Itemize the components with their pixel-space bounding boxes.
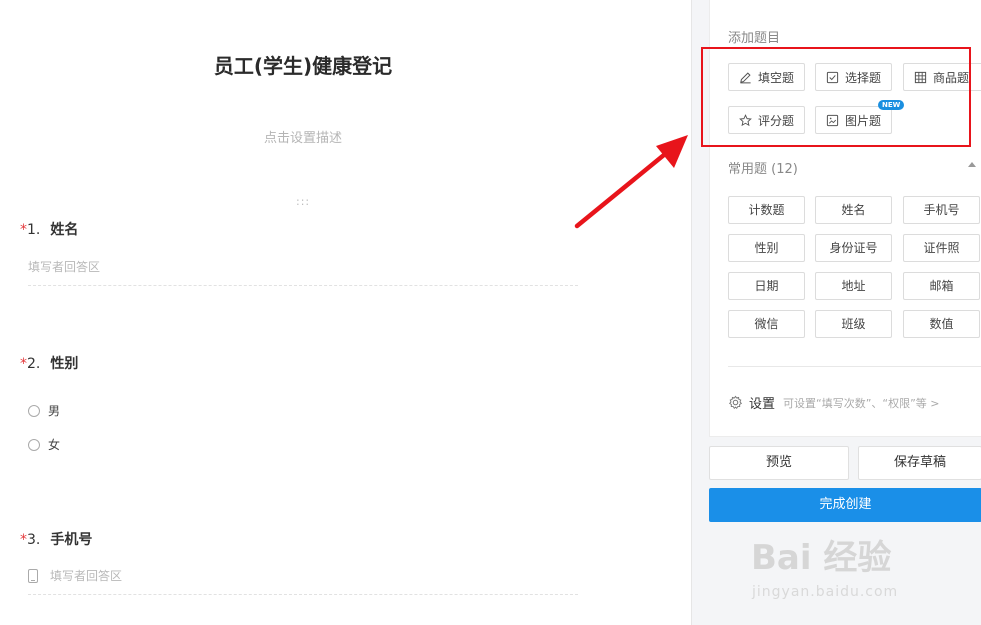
common-button-class[interactable]: 班级 xyxy=(815,310,892,338)
radio-option-label: 男 xyxy=(48,404,61,418)
radio-circle-icon[interactable] xyxy=(28,404,40,417)
form-title[interactable]: 员工(学生)健康登记 xyxy=(0,50,606,79)
app-window: 员工(学生)健康登记 点击设置描述 ::: *1. 姓名 填写者回答区 *2. 性别… xyxy=(0,0,981,625)
common-button-number[interactable]: 数值 xyxy=(903,310,980,338)
radio-option-male[interactable]: 男 xyxy=(28,402,60,419)
preview-button[interactable]: 预览 xyxy=(709,446,849,480)
radio-option-label: 女 xyxy=(48,438,61,452)
common-questions-label: 常用题 (12) xyxy=(728,162,798,177)
common-button-count[interactable]: 计数题 xyxy=(728,196,805,224)
red-arrow-icon xyxy=(574,135,688,229)
add-question-section-title: 添加题目 xyxy=(728,31,781,46)
radio-option-female[interactable]: 女 xyxy=(28,436,60,453)
common-button-gender[interactable]: 性别 xyxy=(728,234,805,262)
question-label: 性别 xyxy=(50,356,79,372)
gear-icon xyxy=(728,395,743,410)
common-button-wechat[interactable]: 微信 xyxy=(728,310,805,338)
question-number: 1. xyxy=(27,222,41,238)
settings-row[interactable]: 设置 可设置“填写次数”、“权限”等 > xyxy=(728,393,940,412)
required-mark: * xyxy=(20,356,27,372)
form-canvas: 员工(学生)健康登记 点击设置描述 ::: *1. 姓名 填写者回答区 *2. 性别… xyxy=(0,0,690,625)
question-label: 姓名 xyxy=(50,222,79,238)
phone-icon xyxy=(28,568,38,583)
drag-handle-icon[interactable]: ::: xyxy=(296,195,310,208)
required-mark: * xyxy=(20,222,27,238)
settings-label: 设置 xyxy=(749,397,776,412)
watermark-logo: Bai 经验 xyxy=(751,538,892,578)
common-button-address[interactable]: 地址 xyxy=(815,272,892,300)
answer-placeholder: 填写者回答区 xyxy=(50,569,123,583)
common-questions-section-title[interactable]: 常用题 (12) xyxy=(728,158,976,177)
question-number: 3. xyxy=(27,532,41,548)
watermark-url: jingyan.baidu.com xyxy=(752,584,899,600)
save-draft-button[interactable]: 保存草稿 xyxy=(858,446,981,480)
required-mark: * xyxy=(20,532,27,548)
radio-circle-icon[interactable] xyxy=(28,438,40,451)
question-number: 2. xyxy=(27,356,41,372)
common-button-email[interactable]: 邮箱 xyxy=(903,272,980,300)
common-button-name[interactable]: 姓名 xyxy=(815,196,892,224)
common-button-id-photo[interactable]: 证件照 xyxy=(903,234,980,262)
collapse-caret-icon[interactable] xyxy=(968,162,976,167)
question-1-answer-area[interactable]: 填写者回答区 xyxy=(28,258,578,286)
question-3-title[interactable]: *3. 手机号 xyxy=(20,529,92,549)
highlight-box xyxy=(701,47,971,147)
question-2-title[interactable]: *2. 性别 xyxy=(20,353,78,373)
common-button-id-number[interactable]: 身份证号 xyxy=(815,234,892,262)
divider xyxy=(728,366,981,367)
question-label: 手机号 xyxy=(50,532,93,548)
question-1-title[interactable]: *1. 姓名 xyxy=(20,219,78,239)
common-button-date[interactable]: 日期 xyxy=(728,272,805,300)
settings-hint: 可设置“填写次数”、“权限”等 > xyxy=(783,396,940,410)
form-description[interactable]: 点击设置描述 xyxy=(0,127,606,146)
question-3-answer-area[interactable]: 填写者回答区 xyxy=(28,567,578,595)
common-button-phone[interactable]: 手机号 xyxy=(903,196,980,224)
finish-create-button[interactable]: 完成创建 xyxy=(709,488,981,522)
